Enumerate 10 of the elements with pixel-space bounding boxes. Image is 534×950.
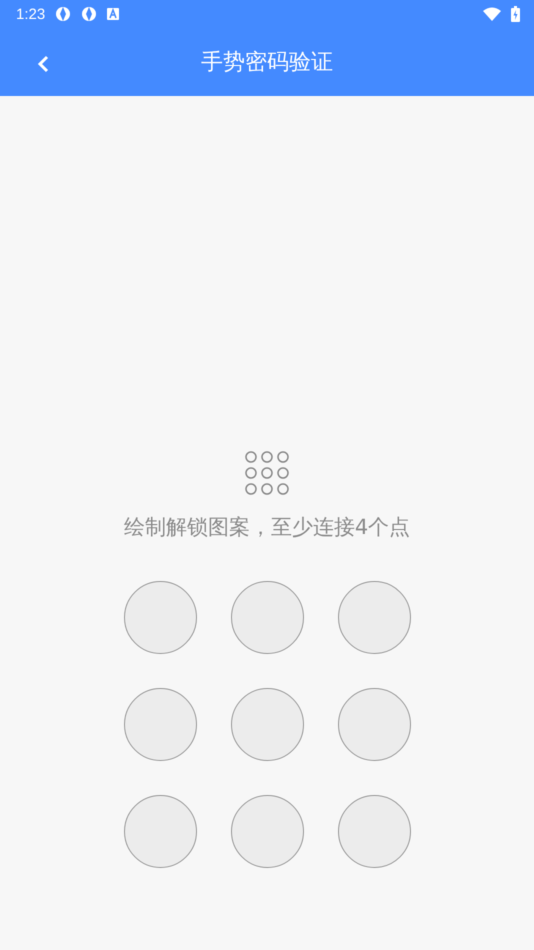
chevron-left-icon	[37, 55, 51, 73]
page-title: 手势密码验证	[201, 49, 333, 77]
app-notification-icon	[55, 6, 72, 22]
battery-icon	[511, 6, 520, 22]
wifi-icon	[483, 7, 501, 21]
hint-text: 绘制解锁图案，至少连接4个点	[124, 514, 410, 541]
keyboard-notification-icon	[107, 8, 120, 20]
status-time: 1:23	[16, 6, 46, 22]
app-notification-icon	[81, 6, 98, 22]
pattern-grid-icon	[245, 451, 289, 495]
